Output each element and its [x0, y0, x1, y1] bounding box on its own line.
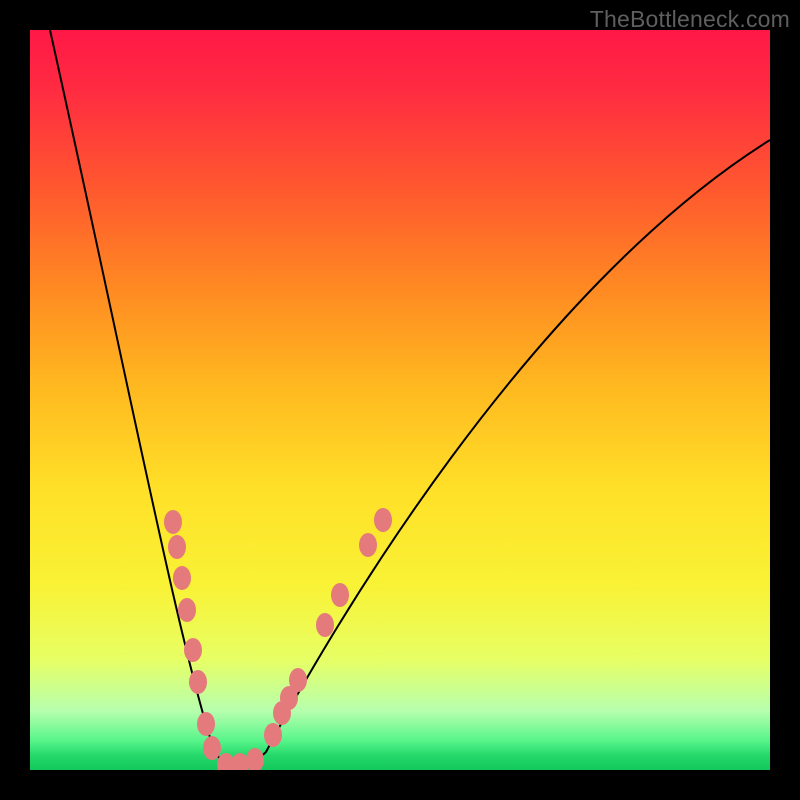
curve-marker — [374, 508, 392, 532]
curve-marker — [264, 723, 282, 747]
curve-marker — [203, 736, 221, 760]
curve-marker — [246, 748, 264, 770]
curve-marker — [184, 638, 202, 662]
curve-marker — [197, 712, 215, 736]
curve-marker — [316, 613, 334, 637]
curve-marker — [359, 533, 377, 557]
curve-marker — [189, 670, 207, 694]
curve-marker — [331, 583, 349, 607]
marker-group — [164, 508, 392, 770]
plot-area — [30, 30, 770, 770]
curve-marker — [178, 598, 196, 622]
curve-marker — [173, 566, 191, 590]
curve-layer — [30, 30, 770, 770]
curve-marker — [164, 510, 182, 534]
curve-marker — [168, 535, 186, 559]
watermark-text: TheBottleneck.com — [590, 6, 790, 33]
curve-marker — [289, 668, 307, 692]
chart-frame: TheBottleneck.com — [0, 0, 800, 800]
bottleneck-curve — [50, 30, 770, 766]
